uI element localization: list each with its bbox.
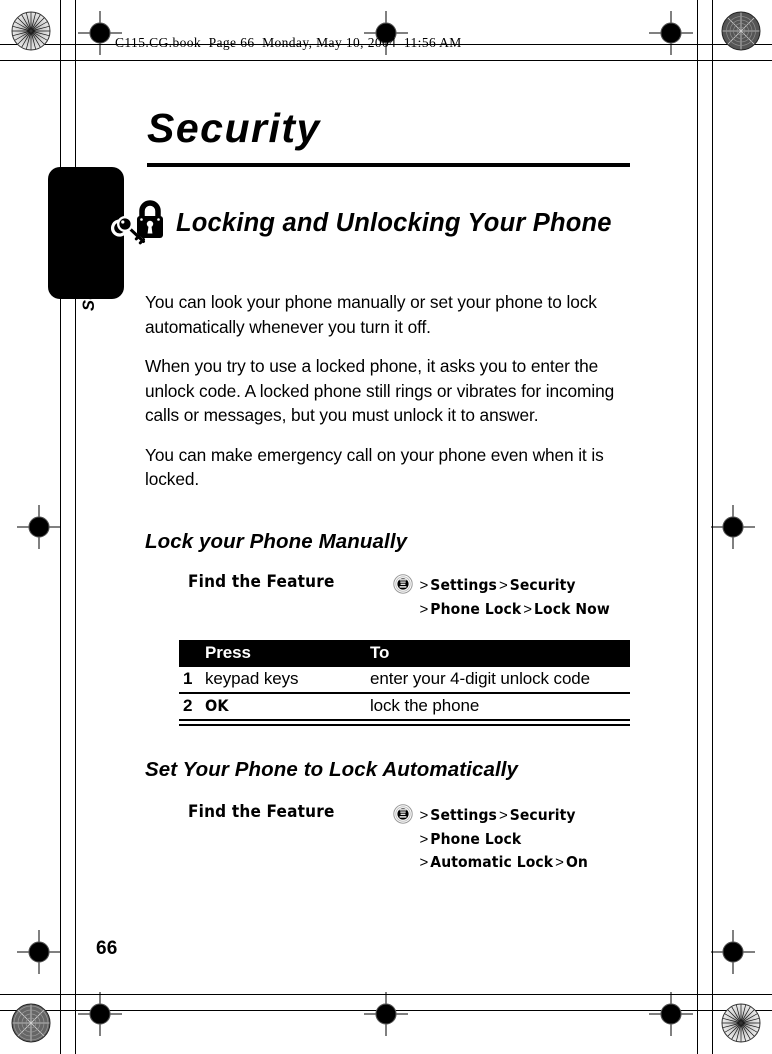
table-bottom-rule xyxy=(179,719,630,726)
path-separator: > xyxy=(419,577,429,594)
halftone-target-bottom-left xyxy=(11,1003,51,1043)
step-to: enter your 4-digit unlock code xyxy=(370,669,591,688)
menu-item-security: Security xyxy=(509,806,576,824)
step-to: lock the phone xyxy=(370,692,630,720)
table-header-index xyxy=(179,640,205,667)
path-separator: > xyxy=(419,830,429,848)
subsection-heading: Lock your Phone Manually xyxy=(145,530,408,553)
menu-path-line: > Phone Lock > Lock Now xyxy=(393,598,610,622)
menu-path-line: > Settings > Security xyxy=(392,804,588,828)
path-separator: > xyxy=(419,600,429,618)
find-the-feature-label: Find the Feature xyxy=(188,802,335,822)
key-label-ok: OK xyxy=(205,696,229,715)
table-header-row: Press To xyxy=(179,640,630,667)
registration-mark-mid-right xyxy=(711,505,755,549)
menu-item-settings: Settings xyxy=(430,806,497,824)
page-title: Security xyxy=(147,105,321,151)
menu-path-line: > Phone Lock xyxy=(393,828,588,852)
step-press: keypad keys xyxy=(205,669,299,688)
find-the-feature-label: Find the Feature xyxy=(188,572,335,592)
table-header-to: To xyxy=(370,640,630,667)
table-row: 1 keypad keys enter your 4-digit unlock … xyxy=(179,667,630,693)
registration-mark-bottom-left xyxy=(17,930,61,974)
table-row: 2 OK lock the phone xyxy=(179,692,630,720)
menu-path-line: > Settings > Security xyxy=(392,574,610,598)
steps-table: Press To 1 keypad keys enter your 4-digi… xyxy=(179,640,630,726)
registration-mark-foot-left xyxy=(78,992,122,1036)
trim-line-right-inner xyxy=(697,0,698,1054)
path-separator: > xyxy=(419,807,429,824)
subsection-1-heading-wrap: Lock your Phone Manually xyxy=(145,530,637,554)
menu-item-security: Security xyxy=(509,576,576,594)
body-paragraph: When you try to use a locked phone, it a… xyxy=(145,356,615,426)
step-number: 2 xyxy=(179,692,205,720)
menu-path-line: > Automatic Lock > On xyxy=(393,851,588,875)
subsection-2-heading-wrap: Set Your Phone to Lock Automatically xyxy=(145,758,637,782)
step-number: 1 xyxy=(183,669,193,688)
table-footer-rule xyxy=(179,719,630,726)
menu-item-phone-lock: Phone Lock xyxy=(430,829,522,848)
registration-mark-mid-left xyxy=(17,505,61,549)
find-the-feature-path: > Settings > Security > Phone Lock > Automati… xyxy=(392,802,588,875)
halftone-target-bottom-right xyxy=(721,1003,761,1043)
find-the-feature-path: > Settings > Security > Phone Lock > Lock Now xyxy=(392,572,610,622)
path-separator: > xyxy=(555,854,564,871)
file-header-line: C115.CG.book Page 66 Monday, May 10, 200… xyxy=(115,35,462,50)
find-the-feature-block-2: Find the Feature > Settings > Security > Pho… xyxy=(188,802,588,875)
path-separator: > xyxy=(523,600,533,618)
menu-item-lock-now: Lock Now xyxy=(534,599,610,618)
trim-line-top-outer xyxy=(0,60,772,61)
body-paragraph: You can look your phone manually or set … xyxy=(145,292,597,337)
registration-mark-bottom-right xyxy=(711,930,755,974)
title-rule xyxy=(147,163,630,167)
menu-item-automatic-lock: Automatic Lock xyxy=(430,853,554,871)
path-separator: > xyxy=(498,577,508,594)
menu-item-on: On xyxy=(565,853,588,871)
body-paragraph: You can make emergency call on your phon… xyxy=(145,444,604,490)
step-press: OK xyxy=(205,692,370,720)
subsection-heading: Set Your Phone to Lock Automatically xyxy=(145,758,519,781)
body-column-1: You can look your phone manually or set … xyxy=(145,290,637,507)
trim-line-left-inner xyxy=(75,0,76,1054)
menu-key-icon xyxy=(392,574,413,594)
registration-mark-foot-center xyxy=(364,992,408,1036)
section-heading: Locking and Unlocking Your Phone xyxy=(176,209,612,237)
menu-key-icon xyxy=(392,804,413,824)
table-header-press: Press xyxy=(205,640,370,667)
menu-item-phone-lock: Phone Lock xyxy=(430,599,522,618)
chapter-side-tab-label: Security xyxy=(80,243,98,311)
path-separator: > xyxy=(419,854,429,871)
page-number: 66 xyxy=(96,938,118,959)
padlock-key-icon xyxy=(110,196,168,254)
registration-mark-foot-right xyxy=(649,992,693,1036)
registration-mark-top-right xyxy=(649,11,693,55)
halftone-target-top-left xyxy=(11,11,51,51)
menu-item-settings: Settings xyxy=(430,576,497,594)
halftone-target-top-right xyxy=(721,11,761,51)
path-separator: > xyxy=(498,807,508,824)
find-the-feature-block-1: Find the Feature > Settings > Security > Pho… xyxy=(188,572,610,621)
